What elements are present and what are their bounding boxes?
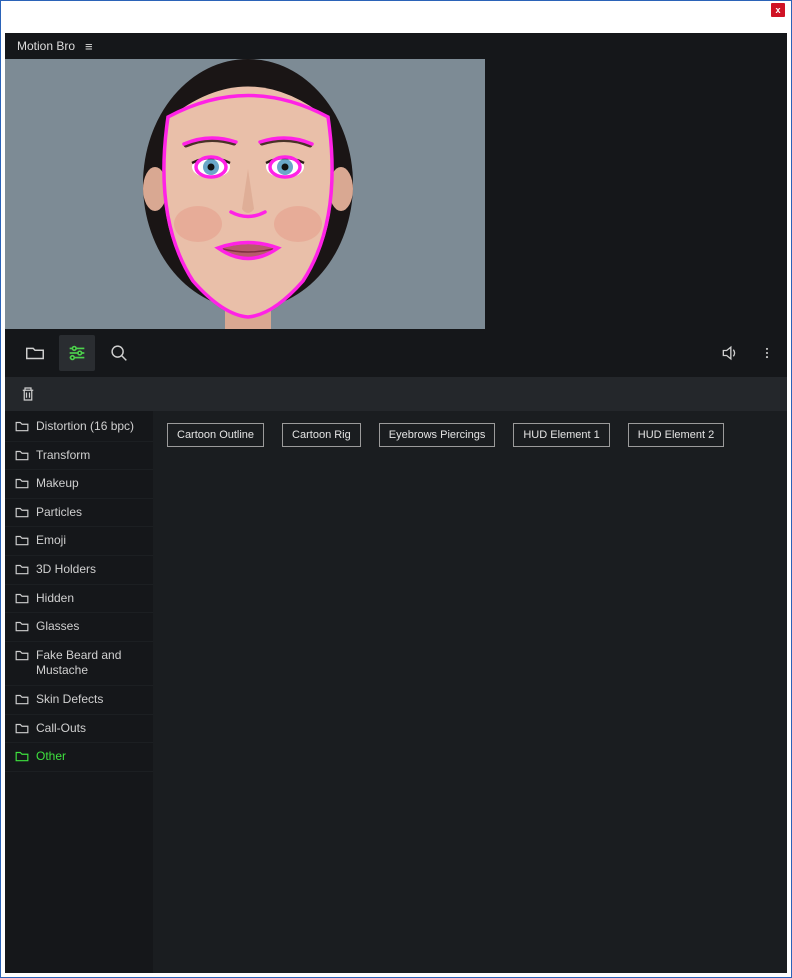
preset-label: HUD Element 1	[523, 429, 599, 441]
sidebar-item-label: Skin Defects	[36, 692, 103, 708]
sidebar-item-hidden[interactable]: Hidden	[5, 585, 153, 614]
more-icon	[760, 343, 774, 363]
preset-label: Cartoon Rig	[292, 429, 351, 441]
folder-icon	[15, 506, 29, 518]
folder-icon	[15, 649, 29, 661]
sidebar-item-transform[interactable]: Transform	[5, 442, 153, 471]
folder-icon	[15, 477, 29, 489]
sliders-icon	[66, 342, 88, 364]
toolbar-right	[717, 335, 775, 371]
sidebar-item-label: Other	[36, 749, 66, 765]
sub-toolbar	[5, 377, 787, 411]
sidebar-item-fake-beard-and-mustache[interactable]: Fake Beard and Mustache	[5, 642, 153, 686]
folder-icon	[15, 750, 29, 762]
folder-icon	[15, 563, 29, 575]
folder-icon	[15, 420, 29, 432]
main-toolbar	[5, 329, 787, 377]
close-icon: x	[775, 5, 780, 15]
sidebar-item-emoji[interactable]: Emoji	[5, 527, 153, 556]
folder-icon	[15, 592, 29, 604]
sidebar-item-label: Call-Outs	[36, 721, 86, 737]
category-sidebar: Distortion (16 bpc) Transform Makeup Partic…	[5, 411, 153, 973]
folder-icon	[24, 342, 46, 364]
motion-bro-panel: Motion Bro ≡	[5, 33, 787, 973]
sidebar-item-label: Hidden	[36, 591, 74, 607]
content-area: Distortion (16 bpc) Transform Makeup Partic…	[5, 411, 787, 973]
app-window: x Motion Bro ≡	[0, 0, 792, 978]
preset-label: HUD Element 2	[638, 429, 714, 441]
sidebar-item-label: 3D Holders	[36, 562, 96, 578]
preview-viewport	[5, 59, 485, 329]
titlebar: x	[1, 1, 791, 31]
delete-button[interactable]	[19, 384, 39, 404]
folder-icon	[15, 620, 29, 632]
search-button[interactable]	[101, 335, 137, 371]
preset-grid: Cartoon Outline Cartoon Rig Eyebrows Pierc…	[153, 411, 787, 973]
sidebar-item-skin-defects[interactable]: Skin Defects	[5, 686, 153, 715]
sound-button[interactable]	[717, 335, 743, 371]
filters-button[interactable]	[59, 335, 95, 371]
trash-icon	[19, 384, 37, 404]
search-icon	[108, 342, 130, 364]
folder-icon	[15, 534, 29, 546]
sidebar-item-label: Transform	[36, 448, 90, 464]
sidebar-item-3d-holders[interactable]: 3D Holders	[5, 556, 153, 585]
preset-label: Cartoon Outline	[177, 429, 254, 441]
sidebar-item-label: Makeup	[36, 476, 79, 492]
browse-button[interactable]	[17, 335, 53, 371]
sidebar-item-makeup[interactable]: Makeup	[5, 470, 153, 499]
panel-title: Motion Bro	[17, 39, 75, 53]
sidebar-item-label: Particles	[36, 505, 82, 521]
sidebar-item-distortion-16-bpc[interactable]: Distortion (16 bpc)	[5, 413, 153, 442]
panel-header[interactable]: Motion Bro ≡	[5, 33, 787, 59]
sidebar-item-particles[interactable]: Particles	[5, 499, 153, 528]
sidebar-item-call-outs[interactable]: Call-Outs	[5, 715, 153, 744]
sidebar-item-label: Glasses	[36, 619, 79, 635]
face-tracking-overlay	[5, 59, 485, 329]
toolbar-left	[17, 335, 137, 371]
more-button[interactable]	[759, 335, 775, 371]
sidebar-item-label: Fake Beard and Mustache	[36, 648, 143, 679]
hamburger-icon: ≡	[85, 39, 93, 54]
sound-icon	[720, 343, 740, 363]
folder-icon	[15, 722, 29, 734]
preset-hud-element-1[interactable]: HUD Element 1	[513, 423, 609, 447]
preset-cartoon-outline[interactable]: Cartoon Outline	[167, 423, 264, 447]
folder-icon	[15, 449, 29, 461]
sidebar-item-label: Distortion (16 bpc)	[36, 419, 134, 435]
sidebar-item-glasses[interactable]: Glasses	[5, 613, 153, 642]
folder-icon	[15, 693, 29, 705]
preset-cartoon-rig[interactable]: Cartoon Rig	[282, 423, 361, 447]
preset-eyebrows-piercings[interactable]: Eyebrows Piercings	[379, 423, 496, 447]
close-button[interactable]: x	[771, 3, 785, 17]
preset-hud-element-2[interactable]: HUD Element 2	[628, 423, 724, 447]
sidebar-item-label: Emoji	[36, 533, 66, 549]
sidebar-item-other[interactable]: Other	[5, 743, 153, 772]
preset-label: Eyebrows Piercings	[389, 429, 486, 441]
